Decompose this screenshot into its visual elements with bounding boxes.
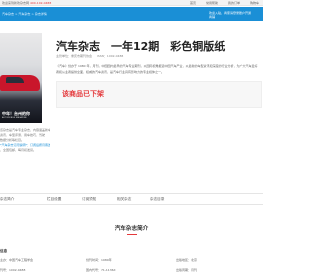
info-region: 出版地区：北京 — [176, 258, 198, 262]
info-cycle: 出版周期：月刊 — [176, 268, 198, 272]
info-heading: 信息 — [0, 249, 8, 253]
info-founded: 创刊时间：1980年 — [86, 258, 112, 262]
tab-related[interactable]: 相关杂志 — [117, 197, 131, 202]
merchant-login-link[interactable]: 欢迎入驻，商家请登录账户开通商铺 — [209, 11, 253, 19]
main-nav-bar: 汽车杂志 > 汽车杂志 > 杂志详情 欢迎入驻，商家请登录账户开通商铺 — [0, 7, 263, 21]
section-title: 汽车杂志简介 — [0, 224, 263, 235]
product-meta: 主管单位：重庆市期刊协会 ISSN：1002-0488 — [56, 54, 127, 58]
info-sponsor: 主办：中国汽车工程学会 — [0, 258, 34, 262]
top-links: 首页 常用帮助 我的订单 购物车 — [181, 1, 259, 5]
detail-tabs: 杂志简介 栏目设置 订阅须知 相关杂志 杂志目录 — [0, 193, 263, 205]
tab-columns[interactable]: 栏目设置 — [47, 197, 61, 202]
info-domestic-code: 国内代号：71-1136X — [86, 268, 116, 272]
product-title: 汽车杂志 一年12期 彩色铜版纸 — [56, 40, 226, 53]
product-description: 《汽车》创办于 1980 年，月刊，中国国内最早的汽车专业期刊，以国际视角报道中… — [56, 64, 258, 74]
cover-subtitle: AUTOMOBILE MAGAZINE — [2, 117, 27, 119]
cover-notes: 该杂志是汽车专业杂志，内容涵盖新车 资讯、车型评测、用车技巧、驾驶 数据分析等栏… — [0, 128, 50, 153]
top-link-help[interactable]: 常用帮助 — [206, 1, 218, 5]
offline-status: 该商品已下架 — [62, 90, 104, 98]
issn-text: ISSN：1002-0488 — [96, 54, 124, 58]
top-link-cart[interactable]: 购物车 — [250, 1, 259, 5]
info-issn: 刊号：1002-0488 — [0, 268, 26, 272]
breadcrumb[interactable]: 汽车杂志 > 汽车杂志 > 杂志详情 — [2, 12, 47, 16]
cover-note-line: ，全国包邮，每月初发货。 — [0, 148, 37, 152]
tab-intro[interactable]: 杂志简介 — [0, 197, 14, 202]
hotline-number: 400-102-0488 — [29, 1, 52, 5]
top-link-orders[interactable]: 我的订单 — [228, 1, 240, 5]
top-bar: 欢迎来到新欢杂志网 400-102-0488 首页 常用帮助 我的订单 购物车 — [0, 0, 263, 6]
top-link-home[interactable]: 首页 — [190, 1, 196, 5]
tab-contents[interactable]: 杂志目录 — [150, 197, 164, 202]
cover-car-illustration — [0, 75, 40, 91]
publisher-text: 主管单位：重庆市期刊协会 — [56, 54, 93, 58]
welcome-text: 欢迎来到新欢杂志网 400-102-0488 — [2, 1, 51, 5]
purchase-box: 该商品已下架 — [56, 81, 262, 108]
magazine-cover-image[interactable]: 中年！台州的你 AUTOMOBILE MAGAZINE — [0, 33, 42, 123]
tab-subscription-notes[interactable]: 订阅须知 — [82, 197, 96, 202]
welcome-label: 欢迎来到新欢杂志网 — [2, 1, 30, 5]
